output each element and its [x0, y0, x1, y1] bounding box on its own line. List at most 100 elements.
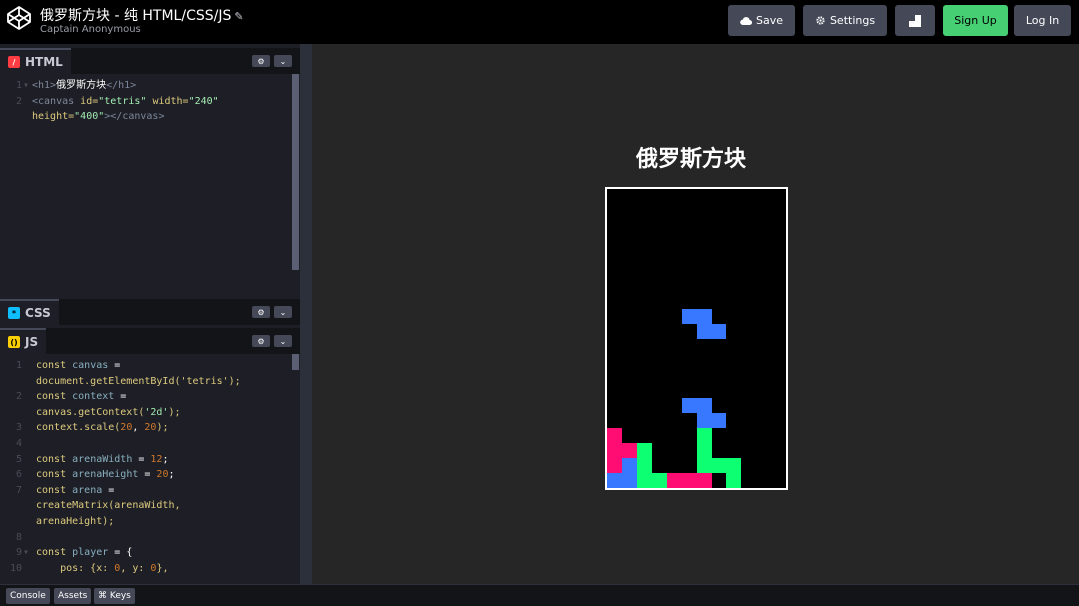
html-collapse-chevron-icon[interactable]: ⌄ — [274, 55, 292, 67]
tetris-block — [696, 473, 712, 489]
log-in-button[interactable]: Log In — [1014, 5, 1071, 36]
tetris-block — [651, 473, 667, 489]
html-tab[interactable]: / HTML — [0, 48, 71, 74]
tetris-canvas[interactable] — [605, 187, 788, 490]
line-number: 6 — [15, 469, 22, 481]
js-tab[interactable]: () JS — [0, 328, 47, 354]
line-number: 4 — [15, 438, 22, 449]
tetris-block — [711, 458, 727, 474]
code-token: id= — [74, 95, 99, 107]
code-token: width= — [146, 95, 189, 107]
tetris-block — [681, 398, 697, 414]
html-pane-header: / HTML ⚙ ⌄ — [0, 48, 300, 74]
tetris-block — [681, 473, 697, 489]
code-token: const — [36, 469, 67, 481]
line-number: 5 — [15, 453, 22, 465]
code-token: 俄罗斯方块 — [56, 80, 107, 91]
edit-pencil-icon[interactable]: ✎ — [234, 10, 243, 23]
tetris-block — [711, 413, 727, 429]
js-collapse-chevron-icon[interactable]: ⌄ — [274, 335, 292, 347]
html-scrollbar[interactable] — [292, 74, 299, 270]
tetris-block — [696, 323, 712, 339]
html-code-editor[interactable]: 1 2 ▾ <h1>俄罗斯方块</h1> <canvas id="tetris"… — [0, 78, 290, 293]
tetris-block — [726, 458, 742, 474]
code-token: "tetris" — [98, 95, 147, 107]
css-tab-label: CSS — [25, 306, 51, 320]
sign-up-button[interactable]: Sign Up — [943, 5, 1008, 36]
code-token: const — [36, 391, 67, 403]
line-number: 7 — [15, 484, 22, 496]
console-button[interactable]: Console — [6, 588, 50, 604]
line-number: 1 — [15, 360, 22, 371]
keys-button[interactable]: ⌘ Keys — [94, 588, 135, 604]
tetris-block — [696, 458, 712, 474]
code-token: </h1> — [106, 80, 137, 91]
line-number: 1 — [15, 80, 22, 91]
codepen-logo-icon[interactable] — [6, 5, 32, 31]
css-collapse-chevron-icon[interactable]: ⌄ — [274, 306, 292, 318]
tetris-block — [607, 428, 622, 444]
css-tab[interactable]: * CSS — [0, 299, 59, 325]
fold-arrow-icon[interactable]: ▾ — [23, 78, 29, 94]
preview-heading: 俄罗斯方块 — [636, 147, 747, 172]
panel-resizer[interactable] — [300, 44, 312, 584]
code-token: context.scale( — [36, 422, 121, 434]
js-scrollbar[interactable] — [292, 354, 299, 370]
code-token: ); — [168, 406, 181, 418]
code-token: , — [132, 422, 145, 434]
save-button[interactable]: Save — [728, 5, 795, 36]
js-pane-header: () JS ⚙ ⌄ — [0, 328, 300, 354]
code-token: , y: — [120, 562, 151, 574]
code-token: 20 — [120, 422, 133, 434]
code-token: = — [132, 453, 151, 465]
tetris-block — [666, 473, 682, 489]
code-token: arenaHeight); — [36, 516, 115, 527]
code-token: ></canvas> — [104, 111, 165, 123]
code-token: pos: {x: — [36, 562, 115, 574]
code-token: height= — [32, 111, 75, 123]
change-view-button[interactable] — [895, 5, 935, 36]
code-token: 20 — [144, 422, 157, 434]
tetris-block — [696, 428, 712, 444]
js-settings-gear-icon[interactable]: ⚙ — [252, 335, 270, 347]
fold-arrow-icon[interactable]: ▾ — [23, 545, 29, 561]
log-in-label: Log In — [1025, 14, 1060, 27]
code-token: const — [36, 453, 67, 465]
code-token: ; — [168, 469, 175, 481]
code-token: canvas — [66, 360, 109, 371]
tetris-block — [621, 458, 637, 474]
cloud-icon — [740, 17, 752, 25]
code-token: context — [66, 391, 115, 403]
code-token: = — [114, 391, 127, 403]
bottom-bar: Console Assets ⌘ Keys — [0, 584, 1079, 606]
code-token: ); — [156, 422, 169, 434]
code-token: player — [66, 547, 109, 559]
settings-label: Settings — [829, 14, 876, 27]
settings-button[interactable]: Settings — [803, 5, 887, 36]
code-token: canvas.getContext( — [36, 406, 145, 418]
css-settings-gear-icon[interactable]: ⚙ — [252, 306, 270, 318]
code-token: createMatrix(arenaWidth, — [36, 500, 181, 512]
code-token: "400" — [74, 111, 105, 123]
tetris-block — [711, 323, 727, 339]
tetris-block — [696, 308, 712, 324]
code-token: }, — [156, 562, 169, 574]
tetris-block — [607, 473, 622, 489]
tetris-block — [607, 458, 622, 474]
pen-author[interactable]: Captain Anonymous — [40, 24, 141, 35]
top-bar: 俄罗斯方块 - 纯 HTML/CSS/JS ✎ Captain Anonymous… — [0, 0, 1079, 44]
assets-button[interactable]: Assets — [54, 588, 92, 604]
code-token: arenaHeight — [66, 469, 139, 481]
js-code-editor[interactable]: 1 2 3 4 5 6 7 8 9 10 ▾ const canvas = do… — [0, 358, 290, 580]
line-number: 2 — [15, 391, 22, 403]
code-token: = — [138, 469, 157, 481]
code-token: 20 — [156, 469, 169, 481]
html-tab-label: HTML — [25, 55, 63, 69]
pen-title[interactable]: 俄罗斯方块 - 纯 HTML/CSS/JS ✎ — [40, 5, 244, 25]
tetris-block — [696, 398, 712, 414]
line-number: 8 — [15, 531, 22, 543]
js-badge-icon: () — [8, 336, 20, 348]
tetris-block — [607, 443, 622, 459]
line-number: 10 — [9, 562, 22, 574]
html-settings-gear-icon[interactable]: ⚙ — [252, 55, 270, 67]
